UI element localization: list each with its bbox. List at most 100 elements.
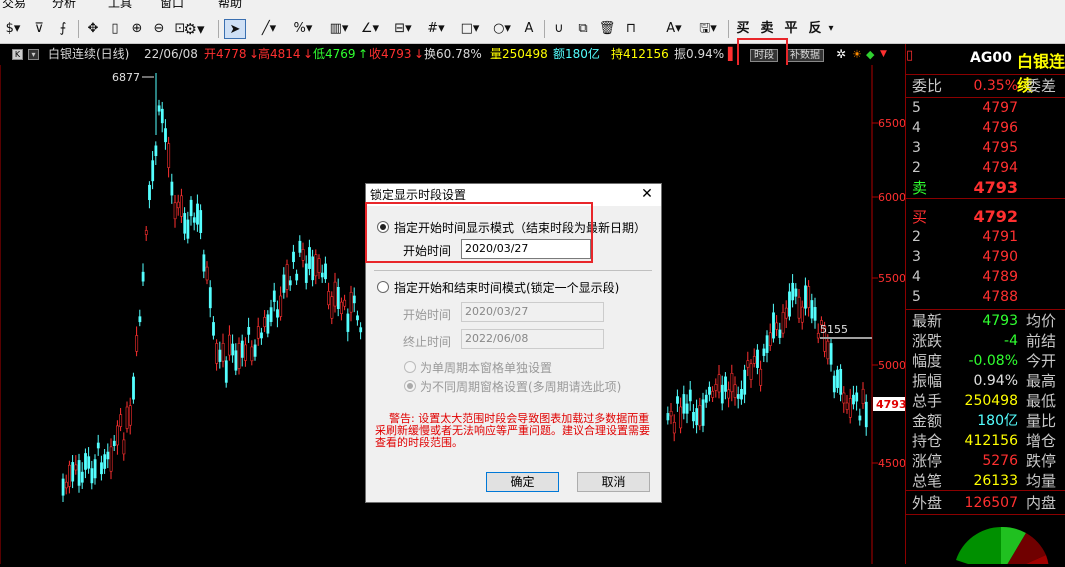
stat-row-right-label: 最高 — [1026, 372, 1057, 390]
grid-icon[interactable]: #▾ — [422, 19, 450, 39]
channel-icon[interactable]: ⊟▾ — [390, 19, 416, 39]
stat-row-right-label: 最低 — [1026, 392, 1057, 410]
candle-body — [119, 414, 123, 427]
menu-window[interactable]: 窗口 — [160, 0, 184, 8]
close-position-button[interactable]: 平 — [782, 19, 800, 39]
font-color-icon[interactable]: A▾ — [660, 19, 688, 39]
rect-icon[interactable]: □▾ — [456, 19, 484, 39]
diamond-icon[interactable]: ◆ — [866, 44, 874, 65]
candle-body — [839, 368, 843, 395]
toolbar: $▾ ⊽ ⨍ ✥ ▯ ⊕ ⊖ ⊡ ⚙▾ ➤ ╱▾ %▾ ▥▾ ∠▾ ⊟▾ #▾ … — [0, 8, 1065, 44]
bid-row-label: 4 — [912, 269, 921, 285]
menu-tools[interactable]: 工具 — [108, 0, 132, 8]
stat-row-right-label: 量比 — [1026, 412, 1057, 430]
candle-body — [68, 464, 71, 487]
candle-body — [736, 394, 740, 399]
candle-body — [260, 332, 263, 339]
ask-row-value: 4796 — [982, 120, 1018, 136]
low-value: 4769 — [325, 47, 356, 61]
magnet-icon[interactable]: ∪ — [550, 19, 568, 39]
candle-body — [141, 271, 145, 282]
candle-body — [845, 402, 849, 410]
sun-icon[interactable]: ☀ — [852, 44, 862, 65]
angle-icon[interactable]: ∠▾ — [356, 19, 384, 39]
candle-body — [797, 296, 801, 319]
zoom-out-icon[interactable]: ⊖ — [150, 19, 168, 39]
candle-body — [276, 309, 279, 318]
formula-icon[interactable]: ⨍ — [54, 19, 72, 39]
panel-menu-icon[interactable]: ▾ — [28, 49, 39, 60]
menu-bar: 交易 分析 工具 窗口 帮助 — [0, 0, 1065, 8]
move-icon[interactable]: ✥ — [84, 19, 102, 39]
candle-body — [794, 288, 798, 297]
panel-k-icon[interactable]: K — [12, 49, 23, 60]
chevron-down-icon[interactable]: ▾ — [826, 19, 836, 39]
opt-multi-radio[interactable] — [404, 380, 416, 392]
sell-button[interactable]: 卖 — [758, 19, 776, 39]
percent-icon[interactable]: %▾ — [290, 19, 316, 39]
symbol-label: 白银连续(日线) — [48, 47, 130, 61]
bar-icon[interactable]: ▥▾ — [324, 19, 354, 39]
candle-body — [263, 317, 267, 328]
ask-row-label: 3 — [912, 140, 921, 156]
settings-gear-icon[interactable]: ✲ — [836, 44, 846, 65]
y-tick-label: 4500 — [878, 457, 905, 470]
menu-analysis[interactable]: 分析 — [52, 0, 76, 8]
filter-icon[interactable]: ⊽ — [30, 19, 48, 39]
chevron-down-icon[interactable]: ▼ — [880, 44, 887, 65]
reverse-button[interactable]: 反 — [806, 19, 824, 39]
candle-body — [356, 315, 359, 321]
text-icon[interactable]: A — [520, 19, 538, 39]
settings-icon[interactable]: ⚙▾ — [180, 19, 208, 39]
mode2-radio[interactable] — [377, 281, 389, 293]
bid-row: 买 4792 — [906, 207, 1065, 227]
menu-trade[interactable]: 交易 — [2, 0, 26, 8]
save-icon[interactable]: 🖫▾ — [694, 19, 722, 39]
period-button[interactable]: 时段 — [750, 49, 778, 62]
candle-body — [669, 410, 673, 417]
candle-body — [266, 314, 270, 334]
candle-body — [285, 264, 289, 290]
zoom-in-icon[interactable]: ⊕ — [128, 19, 146, 39]
cancel-button[interactable]: 取消 — [577, 472, 650, 492]
candle-body — [189, 199, 193, 217]
candle-body — [852, 394, 855, 405]
pointer-icon[interactable]: ➤ — [224, 19, 246, 39]
delete-icon[interactable]: 🗑 — [598, 19, 616, 39]
candle-body — [324, 263, 327, 280]
cursor-bar-icon[interactable]: ▯ — [108, 19, 122, 39]
candle-body — [333, 281, 337, 307]
stat-row-value: 26133 — [973, 473, 1018, 489]
candle-body — [746, 360, 750, 368]
stat-row-label: 涨跌 — [912, 332, 943, 350]
candle-body — [109, 446, 113, 472]
ok-button[interactable]: 确定 — [486, 472, 559, 492]
buy-button[interactable]: 买 — [734, 19, 752, 39]
candle-body — [685, 403, 689, 414]
lock-icon[interactable]: ⊓ — [622, 19, 640, 39]
ellipse-icon[interactable]: ○▾ — [488, 19, 516, 39]
candle-body — [128, 405, 132, 426]
stat-row-right-label: 今开 — [1026, 352, 1057, 370]
fill-data-button[interactable]: 补数据 — [786, 49, 824, 62]
stat-row-right-label: 均量 — [1026, 472, 1057, 490]
dollar-icon[interactable]: $▾ — [4, 19, 22, 39]
opt-single-radio[interactable] — [404, 361, 416, 373]
y-tick-label: 5500 — [878, 272, 905, 285]
candle-body — [704, 394, 708, 403]
end-date-field[interactable]: 2022/06/08 — [461, 329, 604, 349]
mode1-radio[interactable] — [377, 221, 389, 233]
line-icon[interactable]: ╱▾ — [256, 19, 282, 39]
copy-icon[interactable]: ⧉ — [574, 19, 592, 39]
candle-body — [768, 332, 772, 346]
start2-date-field[interactable]: 2020/03/27 — [461, 302, 604, 322]
candle-body — [327, 291, 331, 306]
close-icon[interactable]: ✕ — [639, 185, 655, 203]
candle-body — [762, 348, 766, 356]
candle-body — [157, 105, 161, 112]
panel-toggle-icon[interactable]: ▯ — [906, 48, 928, 64]
menu-help[interactable]: 帮助 — [218, 0, 242, 8]
candle-body — [855, 392, 859, 402]
candle-body — [692, 412, 695, 422]
start-date-field[interactable]: 2020/03/27 — [461, 239, 591, 259]
